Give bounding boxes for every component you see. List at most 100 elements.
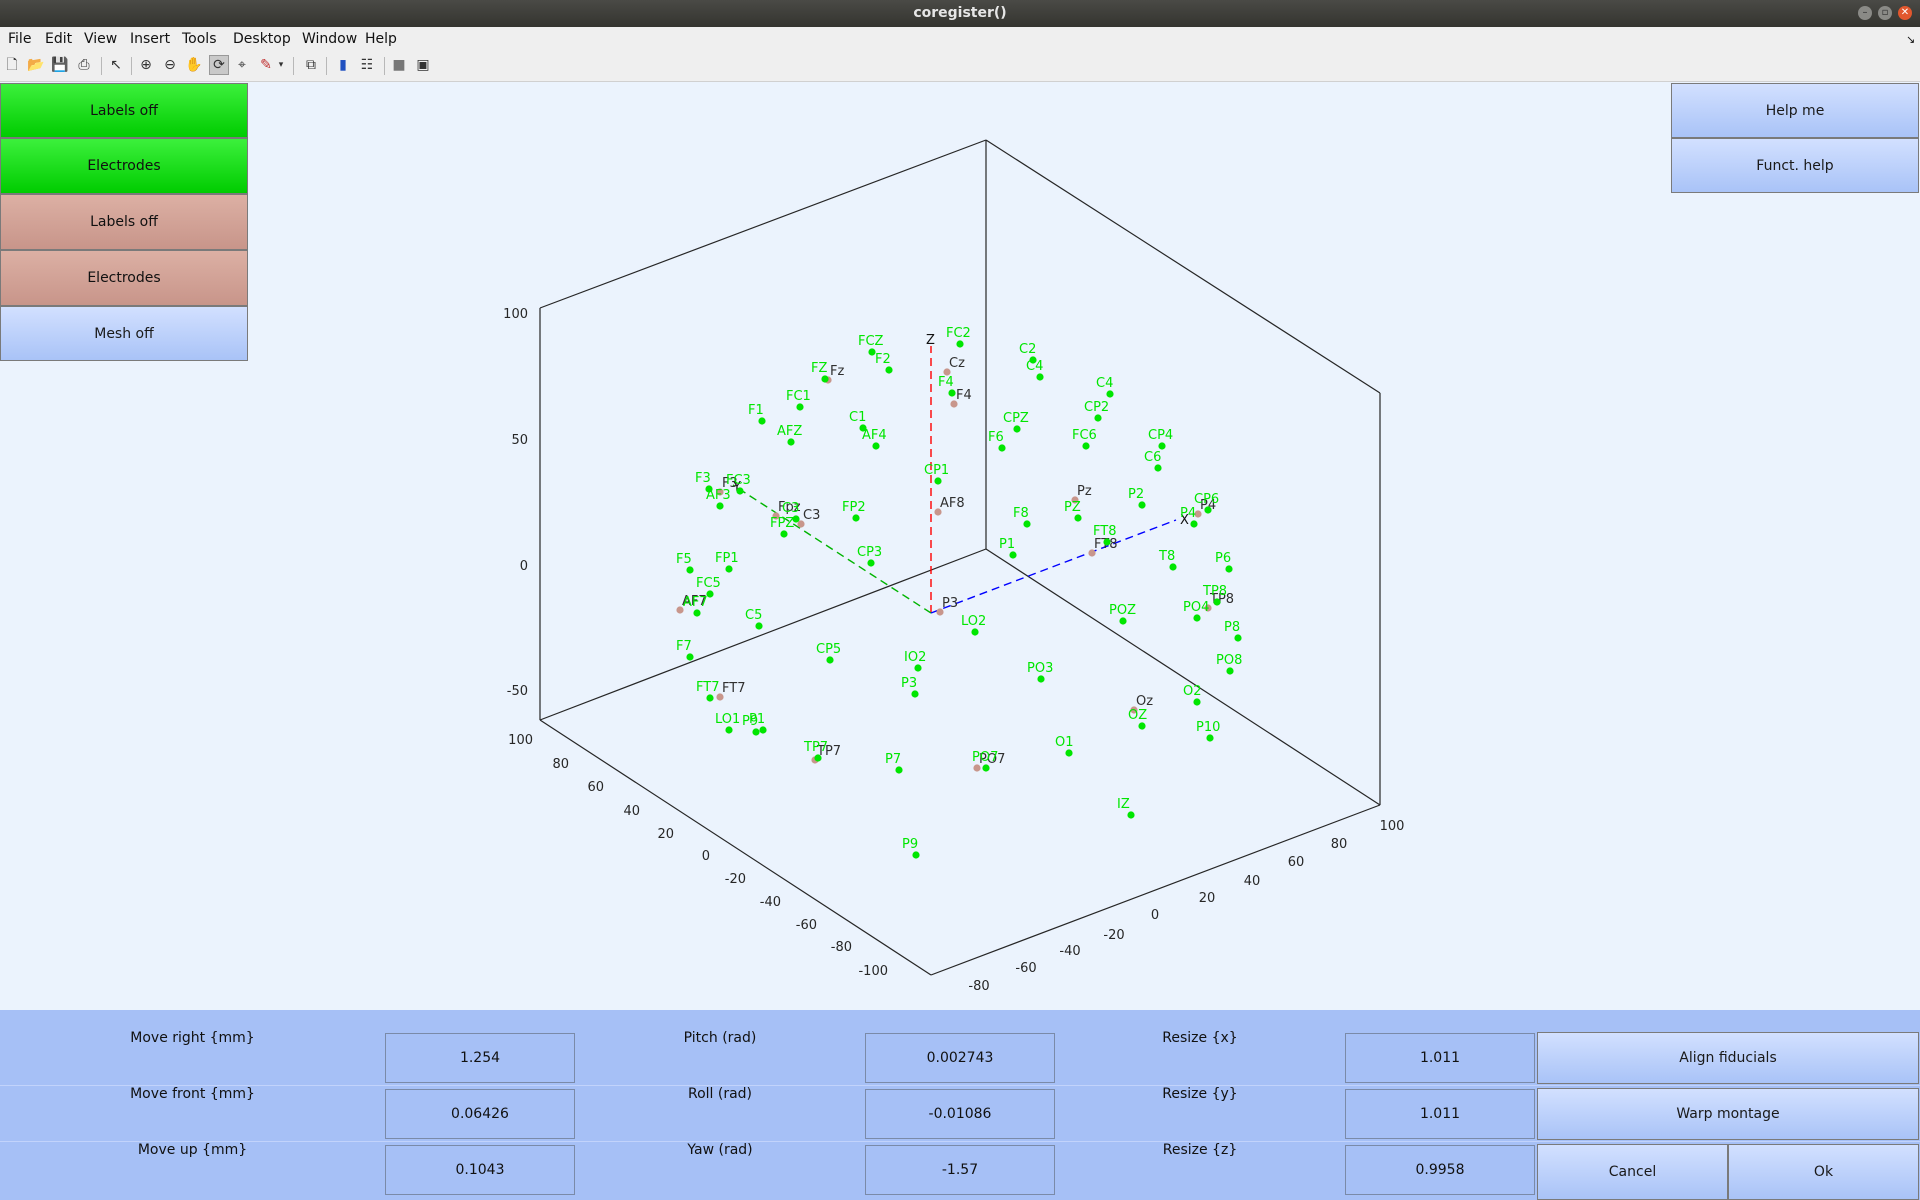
- electrode-green-marker[interactable]: [1037, 675, 1045, 683]
- electrode-green-marker[interactable]: [1204, 506, 1212, 514]
- electrode-green-marker[interactable]: [895, 766, 903, 774]
- electrode-green-marker[interactable]: [1193, 614, 1201, 622]
- electrode-green-marker[interactable]: [796, 403, 804, 411]
- electrode-green-marker[interactable]: [787, 438, 795, 446]
- zoom-out-icon[interactable]: ⊖: [161, 56, 179, 74]
- electrode-green-marker[interactable]: [1103, 538, 1111, 546]
- electrode-green-marker[interactable]: [1190, 520, 1198, 528]
- roll-field[interactable]: -0.01086: [865, 1089, 1055, 1139]
- hide-plot-tools-icon[interactable]: ■: [390, 56, 408, 74]
- open-file-icon[interactable]: 📂: [27, 56, 45, 74]
- electrode-green-marker[interactable]: [982, 764, 990, 772]
- close-icon[interactable]: ✕: [1898, 6, 1912, 20]
- electrode-green-marker[interactable]: [1193, 698, 1201, 706]
- warp-montage-button[interactable]: Warp montage: [1537, 1088, 1919, 1140]
- menu-desktop[interactable]: Desktop: [233, 31, 291, 47]
- cancel-button[interactable]: Cancel: [1537, 1144, 1728, 1200]
- electrode-green-marker[interactable]: [1023, 520, 1031, 528]
- electrode-green-marker[interactable]: [706, 694, 714, 702]
- electrode-green-marker[interactable]: [814, 754, 822, 762]
- electrode-green-marker[interactable]: [1226, 667, 1234, 675]
- electrode-green-marker[interactable]: [1206, 734, 1214, 742]
- electrode-green-marker[interactable]: [971, 628, 979, 636]
- electrode-green-marker[interactable]: [1138, 722, 1146, 730]
- electrode-green-marker[interactable]: [1169, 563, 1177, 571]
- print-icon[interactable]: ⎙: [75, 56, 93, 74]
- colorbar-icon[interactable]: ▮: [334, 56, 352, 74]
- menu-tools[interactable]: Tools: [182, 31, 217, 47]
- electrode-green-marker[interactable]: [1013, 425, 1021, 433]
- electrode-green-marker[interactable]: [686, 566, 694, 574]
- minimize-icon[interactable]: –: [1858, 6, 1872, 20]
- electrode-green-marker[interactable]: [1106, 390, 1114, 398]
- menu-insert[interactable]: Insert: [130, 31, 170, 47]
- resize-y-field[interactable]: 1.011: [1345, 1089, 1535, 1139]
- electrode-green-marker[interactable]: [1082, 442, 1090, 450]
- electrode-green-marker[interactable]: [1234, 634, 1242, 642]
- electrode-3d-plot[interactable]: Z Y X 100500-50100806040200-20-40-60-80-…: [0, 82, 1920, 1010]
- electrode-green-marker[interactable]: [725, 565, 733, 573]
- legend-icon[interactable]: ☷: [358, 56, 376, 74]
- electrode-green-marker[interactable]: [885, 366, 893, 374]
- electrode-green-marker[interactable]: [1036, 373, 1044, 381]
- dropdown-arrow-icon[interactable]: ▾: [276, 56, 286, 74]
- electrode-green-marker[interactable]: [934, 477, 942, 485]
- pitch-field[interactable]: 0.002743: [865, 1033, 1055, 1083]
- electrode-green-marker[interactable]: [912, 851, 920, 859]
- show-plot-tools-icon[interactable]: ▣: [414, 56, 432, 74]
- rotate-3d-icon[interactable]: ⟳: [209, 55, 229, 75]
- save-icon[interactable]: 💾: [51, 56, 69, 74]
- electrode-green-marker[interactable]: [752, 728, 760, 736]
- electrode-green-marker[interactable]: [725, 726, 733, 734]
- menu-edit[interactable]: Edit: [45, 31, 72, 47]
- move-right-field[interactable]: 1.254: [385, 1033, 575, 1083]
- electrode-green-marker[interactable]: [1138, 501, 1146, 509]
- menu-file[interactable]: File: [8, 31, 31, 47]
- electrode-green-marker[interactable]: [1094, 414, 1102, 422]
- menu-view[interactable]: View: [84, 31, 117, 47]
- electrode-green-marker[interactable]: [914, 664, 922, 672]
- electrode-green-marker[interactable]: [716, 502, 724, 510]
- resize-x-field[interactable]: 1.011: [1345, 1033, 1535, 1083]
- electrode-green-marker[interactable]: [1074, 514, 1082, 522]
- maximize-icon[interactable]: ▫: [1878, 6, 1892, 20]
- electrode-green-marker[interactable]: [872, 442, 880, 450]
- data-cursor-icon[interactable]: ⌖: [233, 56, 251, 74]
- electrode-green-marker[interactable]: [759, 726, 767, 734]
- electrode-green-marker[interactable]: [755, 622, 763, 630]
- electrode-green-marker[interactable]: [1009, 551, 1017, 559]
- move-up-field[interactable]: 0.1043: [385, 1145, 575, 1195]
- undock-icon[interactable]: ↘: [1906, 33, 1915, 46]
- electrode-green-marker[interactable]: [821, 375, 829, 383]
- electrode-green-marker[interactable]: [1225, 565, 1233, 573]
- zoom-in-icon[interactable]: ⊕: [137, 56, 155, 74]
- electrode-green-marker[interactable]: [736, 487, 744, 495]
- resize-z-field[interactable]: 0.9958: [1345, 1145, 1535, 1195]
- menu-help[interactable]: Help: [365, 31, 397, 47]
- electrode-green-marker[interactable]: [758, 417, 766, 425]
- yaw-field[interactable]: -1.57: [865, 1145, 1055, 1195]
- brush-icon[interactable]: ✎: [257, 56, 275, 74]
- electrode-green-marker[interactable]: [911, 690, 919, 698]
- electrode-green-marker[interactable]: [1119, 617, 1127, 625]
- pan-icon[interactable]: ✋: [185, 56, 203, 74]
- electrode-green-marker[interactable]: [686, 653, 694, 661]
- electrode-green-marker[interactable]: [998, 444, 1006, 452]
- pointer-icon[interactable]: ↖: [107, 56, 125, 74]
- menu-window[interactable]: Window: [302, 31, 357, 47]
- electrode-green-marker[interactable]: [852, 514, 860, 522]
- new-figure-icon[interactable]: 🗋: [3, 56, 21, 74]
- ok-button[interactable]: Ok: [1728, 1144, 1919, 1200]
- electrode-green-marker[interactable]: [1154, 464, 1162, 472]
- link-plot-icon[interactable]: ⧉: [302, 56, 320, 74]
- align-fiducials-button[interactable]: Align fiducials: [1537, 1032, 1919, 1084]
- electrode-green-marker[interactable]: [826, 656, 834, 664]
- electrode-green-marker[interactable]: [948, 389, 956, 397]
- electrode-green-marker[interactable]: [956, 340, 964, 348]
- electrode-green-marker[interactable]: [1158, 442, 1166, 450]
- electrode-green-marker[interactable]: [780, 530, 788, 538]
- electrode-green-marker[interactable]: [693, 609, 701, 617]
- electrode-green-marker[interactable]: [867, 559, 875, 567]
- electrode-green-marker[interactable]: [1065, 749, 1073, 757]
- electrode-green-marker[interactable]: [1213, 598, 1221, 606]
